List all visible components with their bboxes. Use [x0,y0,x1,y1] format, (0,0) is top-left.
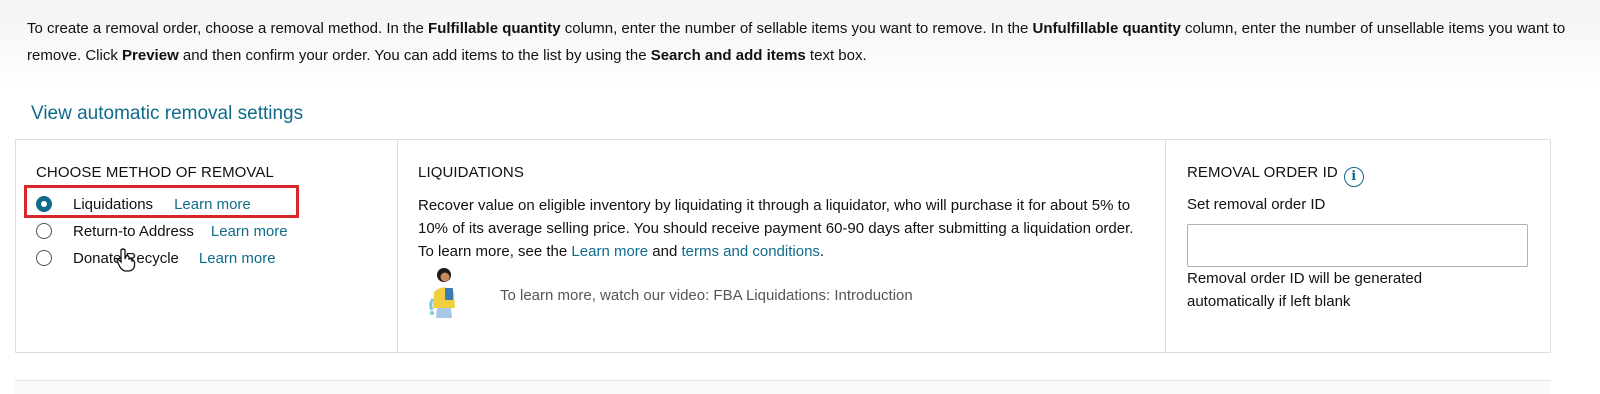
next-section-edge [15,380,1551,394]
liquidations-title: LIQUIDATIONS [418,164,524,181]
removal-id-hint: Removal order ID will be generated autom… [1187,270,1423,310]
method-title: CHOOSE METHOD OF REMOVAL [36,164,274,181]
video-promo[interactable]: To learn more, watch our video: FBA Liqu… [428,266,913,322]
instructions-text: To create a removal order, choose a remo… [27,20,1566,64]
learn-more-link[interactable]: Learn more [211,223,288,240]
removal-options-panel: CHOOSE METHOD OF REMOVAL Liquidations Le… [15,139,1551,353]
liquidations-description: Recover value on eligible inventory by l… [418,197,1134,260]
removal-id-title: REMOVAL ORDER ID i [1187,164,1364,187]
removal-order-id-input[interactable] [1187,224,1528,267]
method-column: CHOOSE METHOD OF REMOVAL Liquidations Le… [16,140,398,352]
learn-more-link[interactable]: Learn more [571,243,648,260]
learn-more-link[interactable]: Learn more [199,250,276,267]
liquidations-column: LIQUIDATIONS Recover value on eligible i… [398,140,1166,352]
hand-cursor-icon [116,248,136,272]
option-return-to-address[interactable]: Return-to Address Learn more [36,220,288,242]
option-label: Return-to Address [73,222,194,240]
info-icon[interactable]: i [1343,167,1364,187]
option-label: Liquidations [73,195,154,213]
donate-recycle-radio[interactable] [36,250,52,266]
liquidations-radio[interactable] [36,196,52,212]
option-liquidations[interactable]: Liquidations Learn more [36,193,251,215]
removal-id-field-label: Set removal order ID [1187,196,1326,213]
person-with-tablet-icon [429,268,455,318]
terms-and-conditions-link[interactable]: terms and conditions [682,243,820,260]
learn-more-link[interactable]: Learn more [174,196,251,213]
return-to-address-radio[interactable] [36,223,52,239]
video-link-text[interactable]: To learn more, watch our video: FBA Liqu… [500,287,913,304]
option-donate-recycle[interactable]: Donate/Recycle Learn more [36,247,276,269]
view-automatic-removal-settings-link[interactable]: View automatic removal settings [31,103,303,125]
removal-id-column: REMOVAL ORDER ID i Set removal order ID R… [1166,140,1550,352]
